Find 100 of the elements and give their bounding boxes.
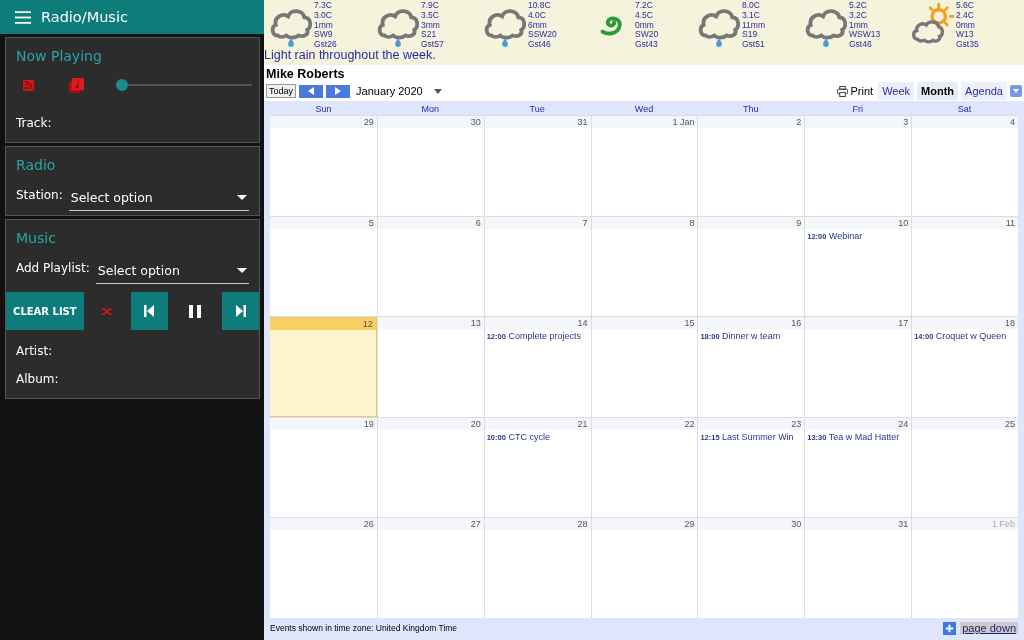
menu-icon[interactable] (15, 10, 31, 24)
day-cell[interactable]: 25 (911, 417, 1018, 518)
day-cell[interactable]: 8 (590, 216, 698, 317)
page-down-link[interactable]: page down (960, 622, 1018, 634)
day-cell[interactable]: 26 (270, 518, 377, 618)
forecast-value: 3.2C (849, 10, 868, 21)
day-cell[interactable]: 29 (590, 518, 698, 618)
day-cell[interactable]: 29 (270, 116, 377, 216)
forecast-value: 2.4C (956, 10, 975, 21)
feed-icon[interactable] (23, 79, 34, 91)
day-number: 2 (698, 116, 805, 128)
day-cell[interactable]: 30 (697, 518, 805, 618)
day-number: 4 (912, 116, 1018, 128)
day-cell[interactable]: 22 (590, 417, 698, 518)
day-cell[interactable]: 30 (376, 116, 484, 216)
forecast-value: Gst26 (314, 40, 337, 50)
forecast-value: 7.3C (314, 1, 333, 11)
music-library-icon[interactable] (69, 77, 84, 93)
day-number: 19 (270, 417, 377, 430)
forecast-value: Gst46 (528, 40, 552, 50)
day-cell[interactable]: 20 (376, 417, 484, 518)
forecast-value: 4.0C (528, 10, 547, 21)
right-arrow-icon (335, 87, 342, 95)
view-tab[interactable]: Month (917, 82, 959, 100)
day-cell[interactable]: 1 Jan (590, 116, 698, 216)
day-number: 3 (805, 116, 912, 128)
day-cell[interactable]: 12 (270, 317, 377, 417)
previous-button[interactable] (131, 292, 168, 330)
day-number: 29 (591, 518, 698, 531)
forecast-value: 6mm (528, 20, 548, 31)
day-cell[interactable]: 13 (376, 317, 484, 417)
day-number: 16 (698, 317, 805, 330)
forecast-value: 7.2C (635, 1, 654, 11)
forecast-value: Gst46 (849, 40, 873, 50)
previous-month-button[interactable] (299, 84, 324, 98)
day-cell[interactable]: 27 (376, 518, 484, 618)
day-number: 21 (484, 417, 591, 430)
day-number: 24 (805, 417, 912, 430)
day-cell[interactable]: 9 (697, 216, 805, 317)
day-cell[interactable]: 4 (911, 116, 1018, 216)
forecast-value: S21 (421, 30, 438, 41)
station-select[interactable]: Select option (68, 185, 249, 211)
day-cell[interactable]: 19 (270, 417, 377, 518)
next-button[interactable] (222, 292, 259, 330)
day-cell[interactable]: 31 (804, 518, 912, 618)
day-cell[interactable]: 6 (376, 216, 484, 317)
forecast-value: 5.2C (849, 1, 868, 11)
day-number: 31 (805, 518, 912, 531)
day-cell[interactable]: 11 (911, 216, 1018, 317)
forecast-value: W13 (956, 30, 975, 41)
day-cell[interactable]: 2 (697, 116, 805, 216)
caret-icon[interactable] (433, 88, 442, 94)
day-cell[interactable]: 7 (483, 216, 591, 317)
day-cell[interactable]: 28 (483, 518, 591, 618)
day-number: 6 (377, 216, 484, 229)
next-month-button[interactable] (326, 84, 351, 98)
day-number: 10 (805, 216, 912, 229)
station-label: Station: (16, 188, 63, 202)
clear-list-button[interactable]: CLEAR LIST (6, 292, 84, 330)
day-cell[interactable]: 15 (590, 317, 698, 417)
forecast-value: WSW13 (849, 30, 881, 41)
plus-icon[interactable] (943, 621, 957, 635)
dropdown-icon[interactable] (1010, 85, 1022, 97)
forecast-value: 0mm (635, 20, 655, 31)
printer-icon[interactable] (836, 85, 848, 97)
day-cell[interactable]: 5 (270, 216, 377, 317)
left-arrow-icon (308, 87, 315, 95)
weekday-header: Sat (956, 104, 973, 115)
calendar-owner: Mike Roberts (265, 66, 346, 81)
day-number: 30 (698, 518, 805, 531)
day-cell[interactable]: 3 (804, 116, 912, 216)
print-link[interactable]: Print (850, 85, 874, 97)
day-cell[interactable]: 17 (804, 317, 912, 417)
day-number: 23 (698, 417, 805, 430)
forecast-value: 3.1C (742, 10, 761, 21)
forecast-value: SW9 (314, 30, 334, 41)
forecast-value: Gst43 (635, 40, 659, 50)
month-title: January 2020 (356, 85, 423, 97)
view-tab[interactable]: Week (878, 82, 915, 100)
day-number: 15 (591, 317, 698, 330)
forecast-value: SSW20 (528, 30, 557, 41)
forecast-value: 4.5C (635, 10, 654, 21)
day-number: 25 (912, 417, 1018, 430)
forecast-value: Gst57 (421, 40, 444, 50)
track-label: Track: (16, 116, 53, 130)
playlist-select[interactable]: Select option (95, 258, 249, 284)
forecast-value: 3mm (421, 20, 441, 31)
card-title: Music (16, 230, 57, 246)
today-button[interactable]: Today (266, 84, 297, 98)
day-number: 13 (377, 317, 484, 330)
day-number: 8 (591, 216, 698, 229)
day-cell[interactable]: 31 (483, 116, 591, 216)
forecast-value: SW20 (635, 30, 659, 41)
skip-back-icon (144, 305, 155, 317)
forecast-value: 1mm (314, 20, 334, 31)
shuffle-icon[interactable] (101, 306, 114, 316)
view-tab[interactable]: Agenda (961, 82, 1007, 100)
slider-thumb[interactable] (116, 79, 128, 91)
album-label: Album: (16, 372, 60, 386)
day-number: 22 (591, 417, 698, 430)
